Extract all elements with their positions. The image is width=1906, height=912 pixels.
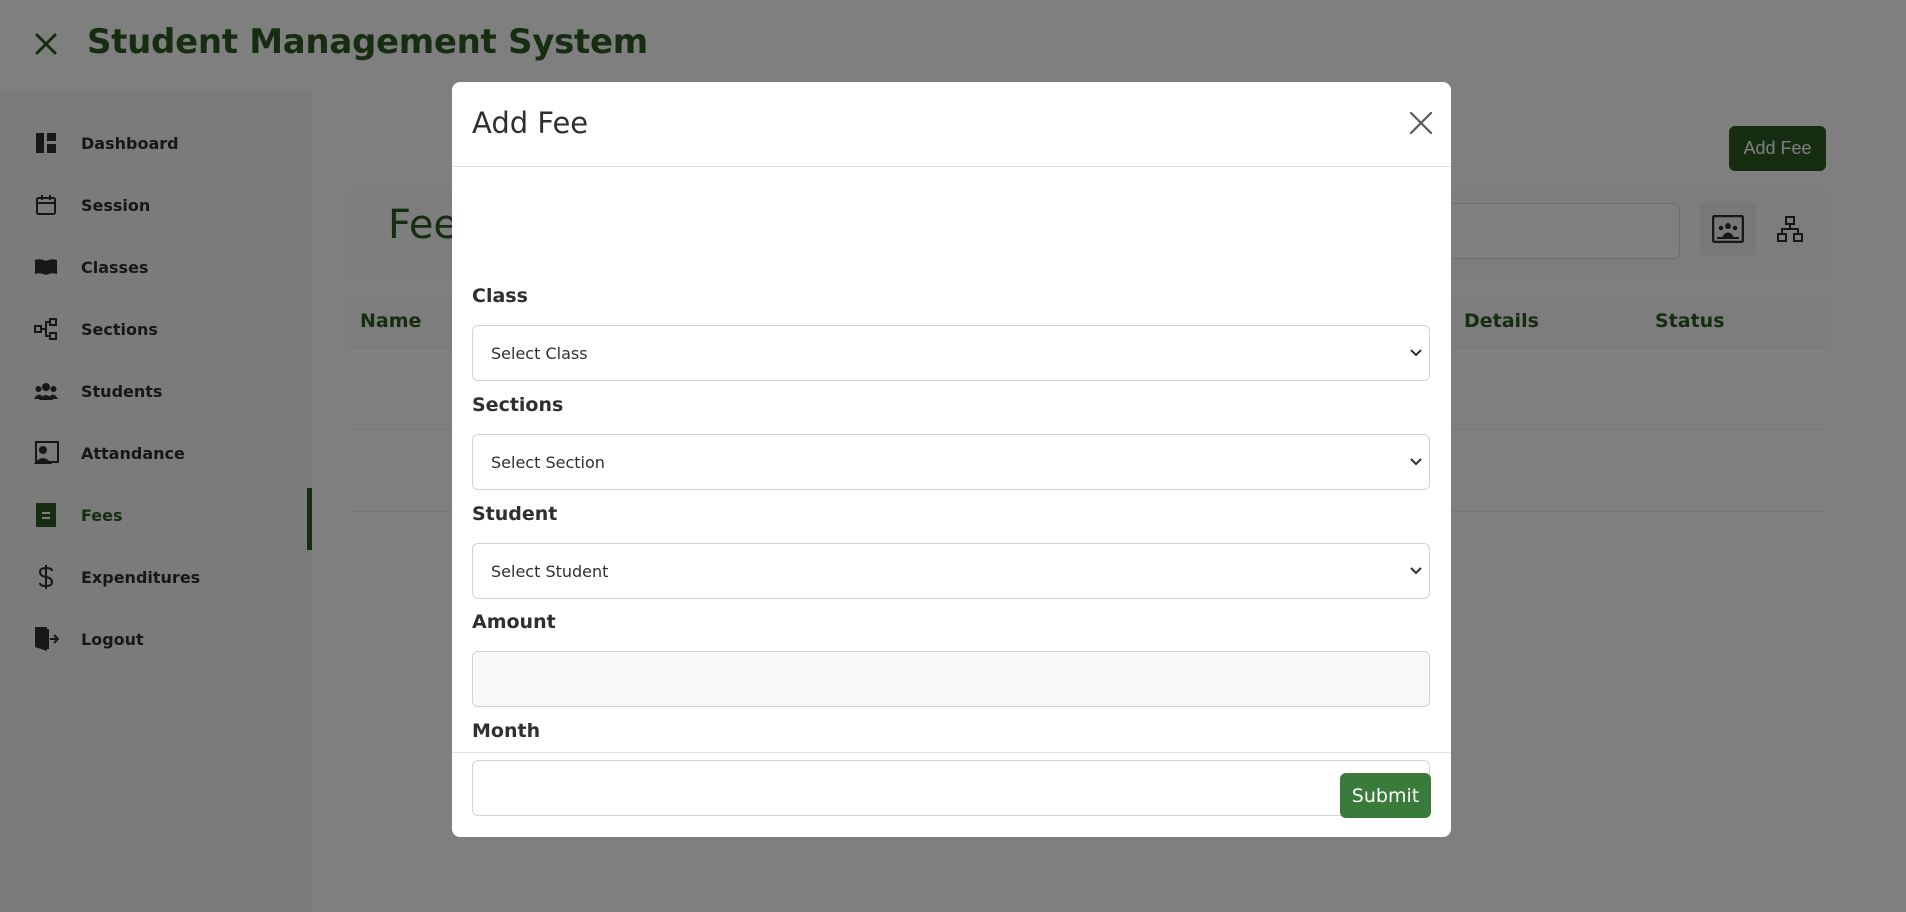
class-select[interactable]: Select Class [472,325,1430,381]
chevron-down-icon [1410,349,1422,357]
student-select[interactable]: Select Student [472,543,1430,599]
amount-label: Amount [472,611,556,633]
submit-button[interactable]: Submit [1340,773,1431,818]
close-icon[interactable] [1406,108,1436,138]
student-select-value: Select Student [491,561,609,581]
add-fee-modal: Add Fee Class Select Class Sections Sele… [452,82,1451,837]
chevron-down-icon [1410,567,1422,575]
class-select-value: Select Class [491,343,588,363]
student-label: Student [472,503,558,525]
sections-label: Sections [472,394,564,416]
modal-footer: Submit [452,752,1451,837]
amount-field[interactable] [472,651,1430,707]
modal-title: Add Fee [472,106,589,140]
modal-body: Class Select Class Sections Select Secti… [452,167,1451,816]
sections-select[interactable]: Select Section [472,434,1430,490]
month-label: Month [472,720,541,742]
chevron-down-icon [1410,458,1422,466]
class-label: Class [472,285,528,307]
modal-header: Add Fee [452,82,1451,167]
sections-select-value: Select Section [491,452,605,472]
